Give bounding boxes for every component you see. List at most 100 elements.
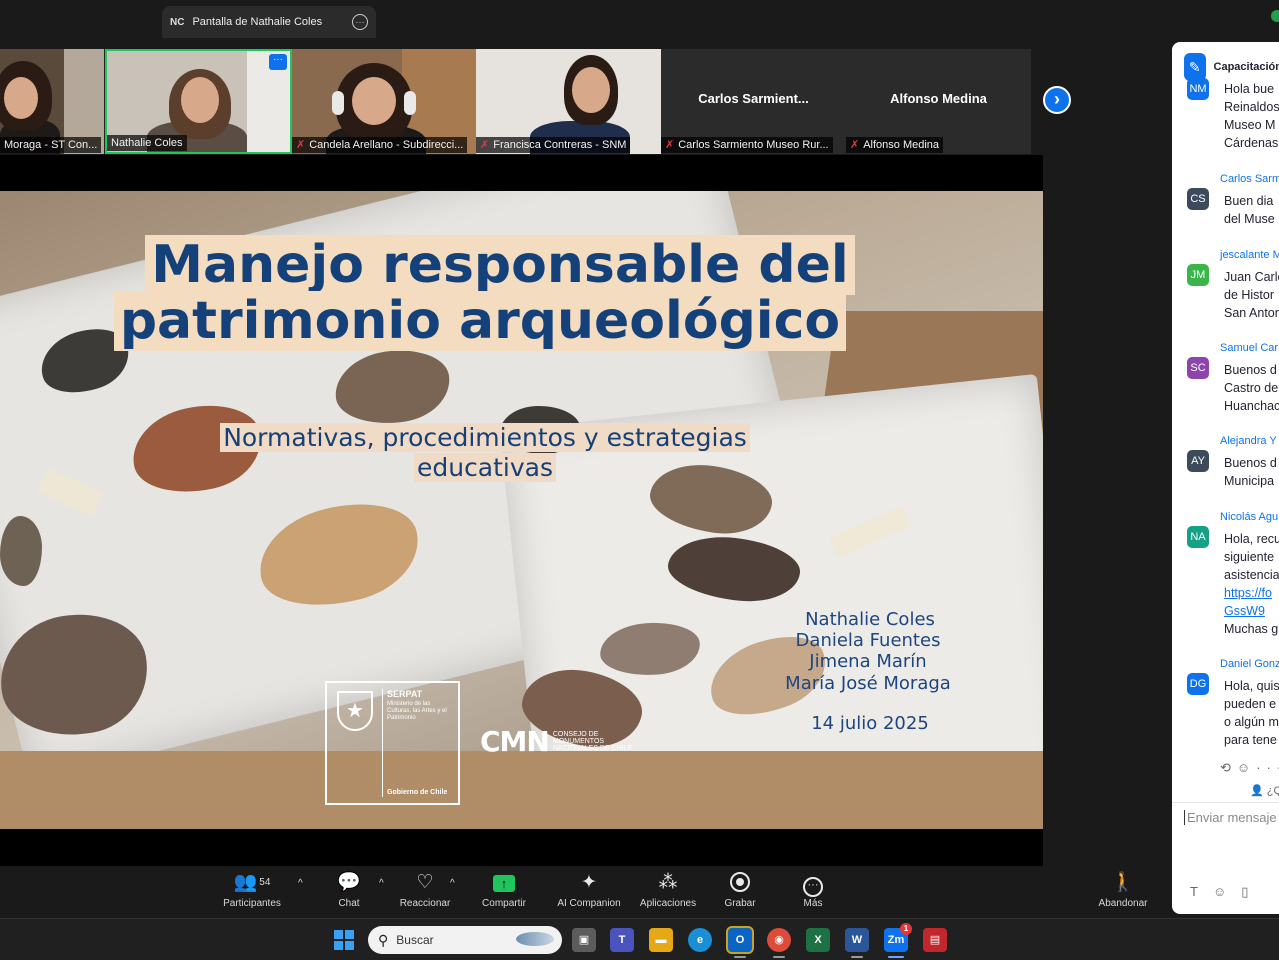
- message-line: Hola bue: [1224, 82, 1275, 96]
- message-sender: jescalante M: [1220, 249, 1279, 261]
- message-line: Castro de: [1224, 381, 1279, 395]
- file-explorer-icon[interactable]: ▬: [649, 928, 673, 952]
- message-line: de Histor: [1224, 288, 1275, 302]
- message-line: Hola, recu: [1224, 532, 1279, 546]
- outlook-icon[interactable]: O: [726, 926, 754, 958]
- emoji-icon[interactable]: ☺: [1237, 760, 1256, 775]
- mic-muted-icon: ✗: [665, 139, 675, 151]
- slide-author: María José Moraga: [785, 673, 951, 694]
- mic-muted-icon: ✗: [850, 139, 860, 151]
- share-button[interactable]: ↑ Compartir: [476, 872, 532, 909]
- message-sender: Alejandra Y: [1220, 435, 1277, 447]
- more-label: Más: [803, 898, 823, 909]
- message-line: Hola, quis: [1224, 679, 1279, 693]
- windows-start-icon[interactable]: [334, 930, 354, 950]
- more-icon[interactable]: ···: [1256, 760, 1279, 775]
- cmn-acronym: CMN: [480, 725, 550, 758]
- slide-author: Daniela Fuentes: [795, 630, 941, 651]
- file-icon[interactable]: ▯: [1241, 884, 1263, 899]
- message-sender: Nicolás Agu: [1220, 511, 1279, 523]
- participant-tile-francisca-contreras[interactable]: ✗ Francisca Contreras - SNM: [476, 49, 661, 154]
- ai-companion-button[interactable]: ✦ AI Companion: [550, 872, 628, 909]
- apps-button[interactable]: ⁂ Aplicaciones: [634, 872, 702, 909]
- participant-tile-nathalie-coles[interactable]: ··· Nathalie Coles: [105, 49, 292, 154]
- participants-button[interactable]: 👥 54 Participantes: [220, 872, 284, 909]
- message-line: Reinaldos: [1224, 100, 1279, 114]
- participants-icon: 👥: [233, 872, 258, 893]
- chevron-up-icon: ^: [450, 878, 455, 889]
- apps-icon: ⁂: [658, 872, 678, 893]
- slide-author: Jimena Marín: [809, 651, 927, 672]
- participant-tile-moraga[interactable]: Moraga - ST Con...: [0, 49, 104, 154]
- message-line: San Anton: [1224, 306, 1279, 320]
- reply-hint[interactable]: 👤 ¿Q: [1250, 784, 1279, 797]
- participant-name: ✗ Candela Arellano - Subdirecci...: [292, 137, 468, 153]
- message-link[interactable]: GssW9: [1224, 602, 1265, 620]
- message-line: siguiente: [1224, 550, 1275, 564]
- chat-title: Capacitación: [1213, 61, 1279, 73]
- emoji-icon[interactable]: ☺: [1213, 884, 1241, 899]
- taskbar-search[interactable]: ⚲ Buscar: [368, 926, 562, 954]
- top-bar: NC Pantalla de Nathalie Coles ···: [0, 0, 1279, 40]
- participant-display-name: Alfonso Medina: [890, 91, 987, 106]
- participant-display-name: Carlos Sarmient...: [698, 91, 809, 106]
- cmn-full-name: CONSEJO DE MONUMENTOS NACIONALES DE CHIL…: [552, 731, 633, 752]
- share-screen-icon: ↑: [493, 875, 515, 892]
- message-sender: Carlos Sarm: [1220, 173, 1279, 185]
- avatar: CS: [1187, 188, 1209, 210]
- participant-tile-candela-arellano[interactable]: ✗ Candela Arellano - Subdirecci...: [292, 49, 476, 154]
- participant-tile-alfonso-medina[interactable]: Alfonso Medina ✗ Alfonso Medina: [846, 49, 1031, 154]
- meeting-toolbar: 👥 54 Participantes ^ 💬 Chat ^ ♡ Reacciona…: [0, 866, 1172, 918]
- message-line: Huanchac: [1224, 399, 1279, 413]
- reply-icon[interactable]: ⟲: [1220, 760, 1237, 775]
- message-line: del Muse: [1224, 212, 1275, 226]
- mic-muted-icon: ✗: [480, 139, 490, 151]
- avatar: NA: [1187, 526, 1209, 548]
- participant-tile-carlos-sarmiento[interactable]: Carlos Sarmient... ✗ Carlos Sarmiento Mus…: [661, 49, 846, 154]
- apps-label: Aplicaciones: [639, 898, 697, 909]
- more-options-icon[interactable]: ···: [352, 14, 368, 30]
- participant-name: ✗ Francisca Contreras - SNM: [476, 137, 631, 153]
- teams-icon[interactable]: T: [610, 928, 634, 952]
- message-line: asistencia: [1224, 568, 1279, 582]
- message-line: Buen dia: [1224, 194, 1274, 208]
- message-line: Buenos d: [1224, 456, 1277, 470]
- slide-title-line-2: patrimonio arqueológico: [0, 291, 980, 351]
- slide-author: Nathalie Coles: [805, 609, 935, 630]
- word-icon[interactable]: W: [845, 928, 869, 958]
- search-placeholder: Buscar: [396, 933, 434, 947]
- chat-input-tools: T☺▯: [1190, 884, 1263, 900]
- participant-name: ✗ Carlos Sarmiento Museo Rur...: [661, 137, 833, 153]
- message-line: Juan Carlo: [1224, 270, 1279, 284]
- slide-subtitle-line-2: educativas: [140, 453, 830, 483]
- chevron-right-icon[interactable]: ›: [1043, 86, 1071, 114]
- pdf-reader-icon[interactable]: ▤: [923, 928, 947, 952]
- format-text-icon[interactable]: T: [1190, 884, 1213, 899]
- message-actions: ⟲☺···: [1220, 760, 1279, 776]
- react-button[interactable]: ♡ Reaccionar: [396, 872, 454, 909]
- people-icon: 👤: [1250, 785, 1264, 797]
- excel-icon[interactable]: X: [806, 928, 830, 952]
- security-status-icon[interactable]: [1271, 10, 1279, 22]
- chrome-icon[interactable]: ◉: [767, 928, 791, 958]
- more-button[interactable]: ··· Más: [792, 872, 834, 909]
- edit-icon[interactable]: ✎: [1184, 53, 1206, 81]
- leave-button[interactable]: 🚶 Abandonar: [1094, 872, 1152, 909]
- react-label: Reaccionar: [399, 898, 451, 909]
- edge-icon[interactable]: e: [688, 928, 712, 952]
- chat-button[interactable]: 💬 Chat: [330, 872, 368, 909]
- task-view-icon[interactable]: ▣: [572, 928, 596, 952]
- record-button[interactable]: Grabar: [718, 872, 762, 909]
- leave-label: Abandonar: [1098, 898, 1148, 909]
- message-link[interactable]: https://fo: [1224, 584, 1272, 602]
- screen-share-tab[interactable]: NC Pantalla de Nathalie Coles ···: [162, 6, 376, 38]
- tile-more-icon[interactable]: ···: [269, 54, 287, 70]
- chat-icon: 💬: [337, 872, 361, 893]
- zoom-icon[interactable]: Zm 1: [884, 923, 912, 958]
- chat-message-input[interactable]: Enviar mensaje a: [1184, 810, 1279, 825]
- message-sender: Samuel Car: [1220, 342, 1279, 354]
- serpat-name: SERPAT: [387, 689, 423, 699]
- cmn-logo: CMN CONSEJO DE MONUMENTOS NACIONALES DE …: [480, 725, 633, 758]
- sparkle-icon: ✦: [581, 872, 597, 893]
- slide-subtitle-line-1: Normativas, procedimientos y estrategias: [140, 423, 830, 453]
